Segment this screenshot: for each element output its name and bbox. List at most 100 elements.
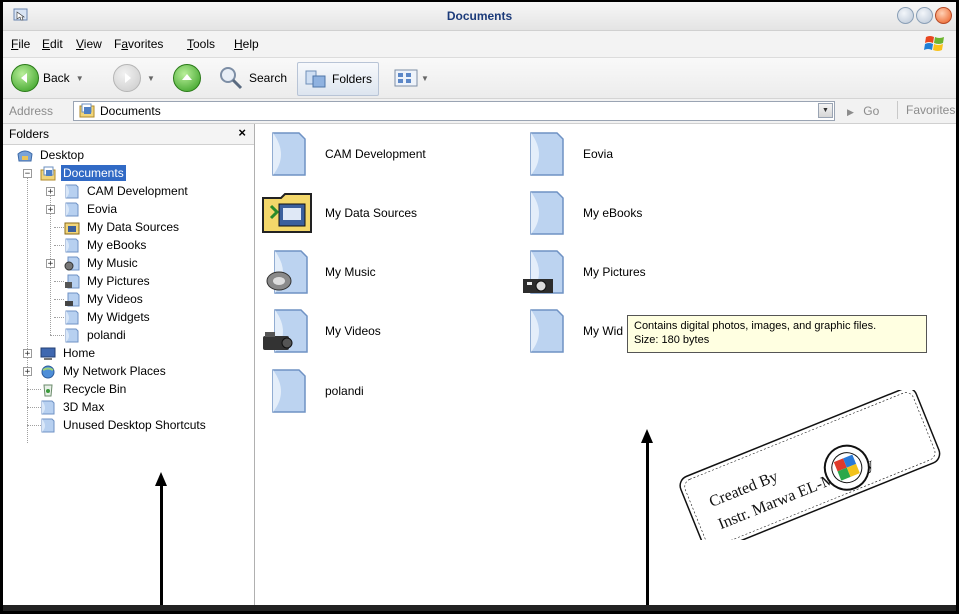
expand-home-icon[interactable]: + bbox=[23, 349, 32, 359]
item-label-my-pictures[interactable]: My Pictures bbox=[583, 265, 646, 279]
videos-folder-icon bbox=[65, 292, 80, 306]
window-title: Documents bbox=[446, 9, 513, 23]
folder-icon[interactable] bbox=[527, 131, 567, 177]
item-label-my-ebooks[interactable]: My eBooks bbox=[583, 206, 642, 220]
maximize-button[interactable] bbox=[916, 7, 933, 24]
item-label-eovia[interactable]: Eovia bbox=[583, 147, 613, 161]
annotation-arrow-right bbox=[646, 442, 649, 610]
annotation-arrow-left-head bbox=[155, 472, 167, 486]
tree-item-my-ebooks[interactable]: My eBooks bbox=[64, 236, 148, 254]
forward-arrow-icon bbox=[113, 64, 141, 92]
menu-help[interactable]: Help bbox=[234, 37, 259, 51]
tree-item-home[interactable]: Home bbox=[40, 344, 97, 362]
item-label-polandi[interactable]: polandi bbox=[325, 384, 364, 398]
documents-folder-icon bbox=[79, 103, 95, 118]
back-arrow-icon bbox=[11, 64, 39, 92]
forward-button[interactable]: ▼ bbox=[113, 62, 155, 94]
views-dropdown-icon[interactable]: ▼ bbox=[421, 74, 429, 83]
folders-pane-close-icon[interactable]: × bbox=[238, 125, 246, 140]
author-stamp: Created By Instr. Marwa EL-Magriby bbox=[679, 390, 941, 540]
address-input[interactable]: Documents ▼ bbox=[73, 101, 835, 121]
menu-edit[interactable]: Edit bbox=[42, 37, 63, 51]
menu-favorites[interactable]: Favorites bbox=[114, 37, 163, 51]
folders-pane-title: Folders bbox=[9, 127, 50, 141]
menu-view[interactable]: View bbox=[76, 37, 102, 51]
tree-item-3d-max[interactable]: 3D Max bbox=[40, 398, 106, 416]
tree-item-recycle-bin[interactable]: Recycle Bin bbox=[40, 380, 128, 398]
menu-tools[interactable]: Tools bbox=[187, 37, 215, 51]
tooltip-size: Size: 180 bytes bbox=[634, 334, 710, 346]
tree-item-desktop[interactable]: Desktop bbox=[17, 146, 86, 164]
tree-item-my-data-sources[interactable]: My Data Sources bbox=[64, 218, 181, 236]
search-icon bbox=[220, 67, 243, 90]
up-button[interactable] bbox=[173, 62, 201, 94]
title-bar: Documents bbox=[3, 2, 956, 31]
annotation-arrow-left bbox=[160, 485, 163, 610]
folder-icon bbox=[65, 202, 79, 216]
item-label-cam-development[interactable]: CAM Development bbox=[325, 147, 426, 161]
back-dropdown-icon[interactable]: ▼ bbox=[76, 74, 84, 83]
address-bar: Address Documents ▼ ▶ Go Favorites bbox=[3, 99, 956, 124]
network-places-icon bbox=[41, 365, 55, 378]
folders-pane-header: Folders × bbox=[3, 124, 254, 145]
up-arrow-icon bbox=[173, 64, 201, 92]
tree-item-cam-development[interactable]: CAM Development bbox=[64, 182, 190, 200]
expand-cam-development-icon[interactable]: + bbox=[46, 187, 55, 197]
folder-icon[interactable] bbox=[269, 368, 309, 414]
item-label-my-widgets[interactable]: My Wid bbox=[583, 324, 623, 338]
tree-item-my-pictures[interactable]: My Pictures bbox=[64, 272, 152, 290]
folder-icon[interactable] bbox=[527, 308, 567, 354]
folder-icon[interactable] bbox=[527, 190, 567, 236]
address-dropdown-icon[interactable]: ▼ bbox=[818, 103, 833, 118]
tree-item-my-widgets[interactable]: My Widgets bbox=[64, 308, 152, 326]
windows-logo-icon bbox=[924, 36, 944, 51]
folders-button[interactable]: Folders bbox=[297, 62, 380, 96]
folder-icon bbox=[41, 418, 55, 432]
views-button[interactable]: ▼ bbox=[393, 62, 429, 94]
item-label-my-data-sources[interactable]: My Data Sources bbox=[325, 206, 417, 220]
views-icon bbox=[394, 69, 418, 87]
folder-icon[interactable] bbox=[269, 131, 309, 177]
tree-item-my-network-places[interactable]: My Network Places bbox=[40, 362, 168, 380]
annotation-arrow-right-head bbox=[641, 429, 653, 443]
tree-item-documents[interactable]: Documents bbox=[40, 164, 126, 182]
tree-item-my-music[interactable]: My Music bbox=[64, 254, 140, 272]
item-label-my-videos[interactable]: My Videos bbox=[325, 324, 381, 338]
folders-pane-icon bbox=[305, 70, 326, 88]
menu-file[interactable]: File bbox=[11, 37, 30, 51]
forward-dropdown-icon[interactable]: ▼ bbox=[147, 74, 155, 83]
expand-eovia-icon[interactable]: + bbox=[46, 205, 55, 215]
go-button[interactable]: ▶ Go bbox=[847, 104, 879, 118]
folders-label: Folders bbox=[332, 72, 373, 86]
folder-icon bbox=[65, 310, 79, 324]
data-sources-folder-icon[interactable] bbox=[261, 190, 315, 236]
documents-folder-icon bbox=[40, 166, 56, 180]
expand-network-places-icon[interactable]: + bbox=[23, 367, 32, 377]
tree-item-polandi[interactable]: polandi bbox=[64, 326, 128, 344]
collapse-documents-icon[interactable]: − bbox=[23, 169, 32, 179]
close-button[interactable] bbox=[935, 7, 952, 24]
folder-icon bbox=[41, 400, 55, 414]
tree-item-unused-desktop-shortcuts[interactable]: Unused Desktop Shortcuts bbox=[40, 416, 208, 434]
explorer-window: Documents File Edit View Favorites Tools… bbox=[0, 0, 959, 614]
tooltip-description: Contains digital photos, images, and gra… bbox=[634, 320, 877, 332]
music-folder-icon bbox=[64, 256, 80, 270]
tree-item-my-videos[interactable]: My Videos bbox=[64, 290, 145, 308]
favorites-label[interactable]: Favorites bbox=[897, 101, 955, 119]
music-folder-icon[interactable] bbox=[265, 249, 311, 295]
search-label: Search bbox=[249, 71, 288, 85]
menu-bar: File Edit View Favorites Tools Help bbox=[3, 31, 956, 58]
minimize-button[interactable] bbox=[897, 7, 914, 24]
folders-pane: Folders × Desktop − Documents + CAM Deve… bbox=[3, 124, 255, 611]
videos-folder-icon[interactable] bbox=[261, 308, 311, 354]
go-label: Go bbox=[863, 104, 880, 118]
item-label-my-music[interactable]: My Music bbox=[325, 265, 376, 279]
search-button[interactable]: Search bbox=[217, 62, 287, 94]
tree-item-eovia[interactable]: Eovia bbox=[64, 200, 119, 218]
standard-toolbar: Back ▼ ▼ Search Folders ▼ bbox=[3, 58, 956, 99]
data-sources-folder-icon bbox=[64, 222, 80, 234]
folder-icon bbox=[65, 238, 79, 252]
expand-my-music-icon[interactable]: + bbox=[46, 259, 55, 269]
back-button[interactable]: Back ▼ bbox=[11, 62, 84, 94]
pictures-folder-icon[interactable] bbox=[521, 249, 567, 295]
